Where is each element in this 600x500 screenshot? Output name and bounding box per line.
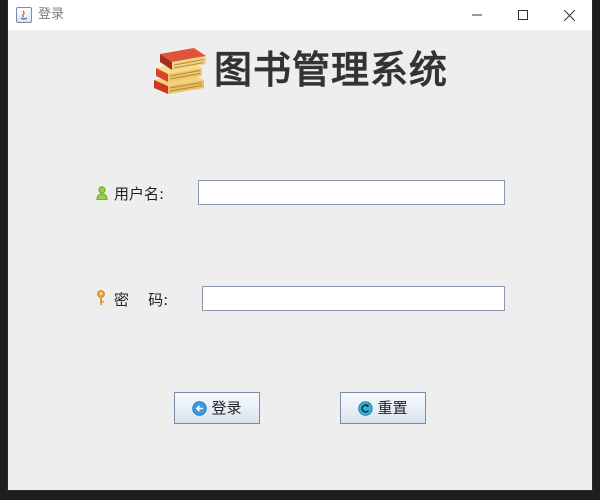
maximize-button[interactable]: [500, 0, 546, 30]
close-icon: [563, 9, 575, 21]
password-label: 密 码:: [114, 291, 169, 309]
window-title: 登录: [38, 7, 65, 22]
reset-button-label: 重置: [377, 399, 408, 417]
reset-icon: [358, 400, 374, 416]
login-window: 登录 图书管理系统 用户名: 密 码: 登录 重置: [8, 0, 592, 490]
username-label: 用户名:: [114, 185, 165, 203]
desktop-background: [0, 0, 8, 500]
login-form-panel: 图书管理系统 用户名: 密 码: 登录 重置: [8, 30, 592, 490]
minimize-button[interactable]: [454, 0, 500, 30]
login-button[interactable]: 登录: [174, 392, 260, 424]
title-bar[interactable]: 登录: [8, 0, 592, 30]
close-button[interactable]: [546, 0, 592, 30]
minimize-icon: [472, 14, 482, 16]
login-arrow-icon: [192, 400, 208, 416]
books-icon: [154, 48, 206, 94]
java-app-icon: [16, 7, 32, 23]
maximize-icon: [518, 10, 528, 20]
app-title: 图书管理系统: [214, 48, 449, 92]
login-button-label: 登录: [211, 399, 242, 417]
user-icon: [96, 186, 108, 200]
desktop-background-bottom: [0, 490, 600, 500]
username-input[interactable]: [198, 180, 505, 205]
password-input[interactable]: [202, 286, 505, 311]
reset-button[interactable]: 重置: [340, 392, 426, 424]
key-icon: [97, 290, 105, 305]
